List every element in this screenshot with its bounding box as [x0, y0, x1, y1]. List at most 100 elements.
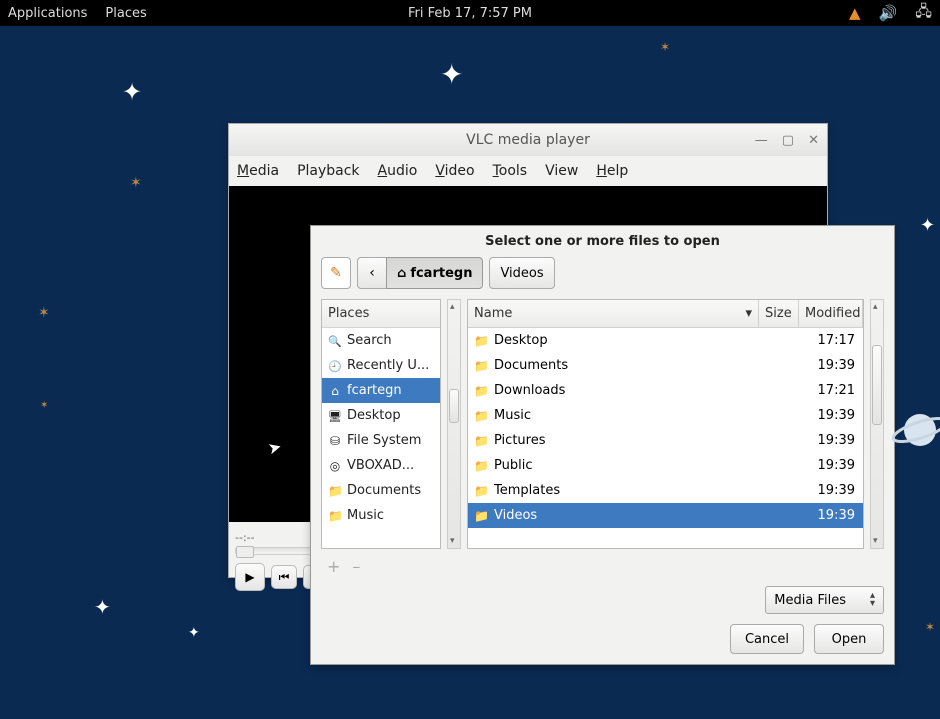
- clock-icon: [328, 359, 342, 373]
- desktop-planet-icon: [890, 400, 940, 460]
- volume-icon[interactable]: 🔊: [879, 4, 898, 22]
- menu-media[interactable]: Media: [237, 163, 279, 179]
- file-name: Desktop: [494, 333, 548, 348]
- add-bookmark-button[interactable]: +: [327, 557, 340, 576]
- places-item[interactable]: File System: [322, 428, 440, 453]
- file-size: [759, 511, 799, 521]
- file-row[interactable]: Documents 19:39: [468, 353, 863, 378]
- system-tray: ▲ 🔊 🖧: [849, 1, 932, 26]
- edit-path-button[interactable]: ✎: [321, 257, 351, 289]
- desktop-top-bar: Applications Places Fri Feb 17, 7:57 PM …: [0, 0, 940, 26]
- places-menu[interactable]: Places: [105, 6, 146, 21]
- folder-icon: [474, 434, 488, 448]
- play-button[interactable]: ▶: [235, 563, 265, 591]
- file-row[interactable]: Templates 19:39: [468, 478, 863, 503]
- file-row[interactable]: Videos 19:39: [468, 503, 863, 528]
- menu-playback[interactable]: Playback: [297, 163, 359, 179]
- network-icon[interactable]: 🖧: [915, 1, 932, 26]
- file-row[interactable]: Public19:39: [468, 453, 863, 478]
- sort-indicator-icon: ▾: [745, 306, 752, 321]
- file-size: [759, 436, 799, 446]
- file-row[interactable]: Desktop17:17: [468, 328, 863, 353]
- places-item[interactable]: Recently U...: [322, 353, 440, 378]
- places-item[interactable]: Documents: [322, 478, 440, 503]
- menu-view[interactable]: View: [545, 163, 578, 179]
- places-header: Places: [322, 300, 440, 328]
- file-modified: 19:39: [799, 353, 863, 378]
- file-name: Videos: [494, 508, 537, 523]
- path-up-button[interactable]: ‹: [357, 257, 387, 289]
- filelist-scrollbar[interactable]: [870, 299, 884, 549]
- vlc-title: VLC media player: [466, 132, 590, 148]
- vlc-menubar: Media Playback Audio Video Tools View He…: [229, 156, 827, 186]
- folder-icon: [474, 359, 488, 373]
- file-open-dialog: Select one or more files to open ✎ ‹ ⌂ f…: [310, 225, 895, 665]
- places-scrollbar[interactable]: [447, 299, 461, 549]
- places-item-label: Search: [347, 333, 392, 348]
- menu-video[interactable]: Video: [435, 163, 474, 179]
- updown-icon: ▴▾: [870, 592, 875, 608]
- places-item[interactable]: VBOXAD...: [322, 453, 440, 478]
- places-item-label: Music: [347, 508, 384, 523]
- file-size: [759, 411, 799, 421]
- folder-icon: [474, 384, 488, 398]
- file-type-filter[interactable]: Media Files ▴▾: [765, 586, 884, 614]
- home-icon: [328, 384, 342, 398]
- file-modified: 19:39: [799, 403, 863, 428]
- menu-audio[interactable]: Audio: [378, 163, 418, 179]
- folder-icon: [328, 484, 342, 498]
- places-item[interactable]: Search: [322, 328, 440, 353]
- menu-help[interactable]: Help: [596, 163, 628, 179]
- places-item-label: Documents: [347, 483, 421, 498]
- folder-icon: [474, 334, 488, 348]
- remove-bookmark-button[interactable]: –: [352, 557, 360, 576]
- places-item[interactable]: fcartegn: [322, 378, 440, 403]
- file-list-header: Name ▾ Size Modified: [468, 300, 863, 328]
- file-size: [759, 336, 799, 346]
- places-item-label: fcartegn: [347, 383, 402, 398]
- bookmark-controls: + –: [321, 557, 884, 576]
- path-segment-videos[interactable]: Videos: [489, 257, 554, 289]
- places-item[interactable]: Music: [322, 503, 440, 528]
- file-size: [759, 361, 799, 371]
- file-name: Public: [494, 458, 532, 473]
- file-modified: 19:39: [799, 503, 863, 528]
- file-size: [759, 461, 799, 471]
- maximize-button[interactable]: ▢: [782, 133, 794, 148]
- close-button[interactable]: ✕: [808, 133, 819, 148]
- minimize-button[interactable]: —: [755, 133, 768, 148]
- drive-icon: [328, 434, 342, 448]
- file-name: Templates: [494, 483, 560, 498]
- file-name: Documents: [494, 358, 568, 373]
- search-icon: [328, 334, 342, 348]
- places-item-label: File System: [347, 433, 421, 448]
- home-icon: ⌂: [397, 266, 406, 281]
- column-name[interactable]: Name ▾: [468, 300, 759, 327]
- open-button[interactable]: Open: [814, 624, 884, 654]
- cancel-button[interactable]: Cancel: [730, 624, 804, 654]
- folder-icon: [474, 409, 488, 423]
- prev-button[interactable]: ⏮: [271, 565, 297, 589]
- column-size[interactable]: Size: [759, 300, 799, 327]
- file-row[interactable]: Downloads 17:21: [468, 378, 863, 403]
- places-item[interactable]: Desktop: [322, 403, 440, 428]
- file-row[interactable]: Pictures19:39: [468, 428, 863, 453]
- file-name: Music: [494, 408, 531, 423]
- file-name: Downloads: [494, 383, 565, 398]
- column-modified[interactable]: Modified: [799, 300, 863, 327]
- desk-icon: [328, 409, 342, 423]
- applications-menu[interactable]: Applications: [8, 6, 87, 21]
- pencil-icon: ✎: [330, 265, 342, 281]
- menu-tools[interactable]: Tools: [493, 163, 528, 179]
- file-modified: 17:21: [799, 378, 863, 403]
- cd-icon: [328, 459, 342, 473]
- file-modified: 19:39: [799, 428, 863, 453]
- time-elapsed: --:--: [235, 531, 255, 544]
- file-modified: 19:39: [799, 478, 863, 503]
- folder-icon: [328, 509, 342, 523]
- folder-icon: [474, 459, 488, 473]
- vlc-tray-icon[interactable]: ▲: [849, 4, 861, 22]
- vlc-titlebar[interactable]: VLC media player — ▢ ✕: [229, 124, 827, 156]
- path-segment-home[interactable]: ⌂ fcartegn: [386, 257, 483, 289]
- file-row[interactable]: Music 19:39: [468, 403, 863, 428]
